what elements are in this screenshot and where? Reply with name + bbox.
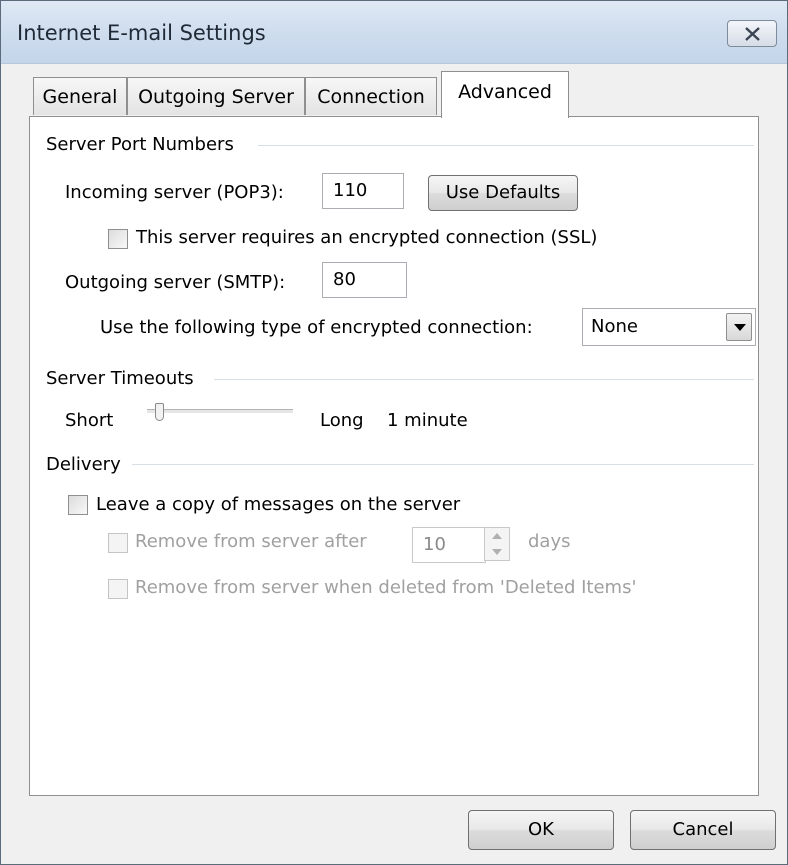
dropdown-button[interactable] xyxy=(726,313,752,341)
timeout-slider-track[interactable] xyxy=(147,409,293,414)
server-timeouts-heading: Server Timeouts xyxy=(46,368,194,389)
advanced-tab-panel: Server Port Numbers Incoming server (POP… xyxy=(29,116,759,796)
encryption-type-select[interactable]: None xyxy=(582,308,756,346)
encryption-type-label: Use the following type of encrypted conn… xyxy=(100,317,533,338)
timeout-short-label: Short xyxy=(65,410,114,431)
arrow-down-icon xyxy=(492,549,502,555)
tab-outgoing-server[interactable]: Outgoing Server xyxy=(127,77,305,115)
title-bar: Internet E-mail Settings xyxy=(1,1,787,64)
timeout-value: 1 minute xyxy=(387,410,468,431)
internet-email-settings-dialog: Internet E-mail Settings General Outgoin… xyxy=(0,0,788,865)
days-label: days xyxy=(528,531,571,552)
delivery-heading: Delivery xyxy=(46,454,121,475)
spin-down-button[interactable] xyxy=(485,544,509,560)
incoming-port-input[interactable]: 110 xyxy=(322,173,404,209)
ssl-label: This server requires an encrypted connec… xyxy=(136,227,598,248)
timeout-long-label: Long xyxy=(320,410,364,431)
encryption-type-value: None xyxy=(591,316,638,337)
remove-after-label: Remove from server after xyxy=(135,531,367,552)
tab-advanced[interactable]: Advanced xyxy=(441,71,569,118)
outgoing-port-input[interactable]: 80 xyxy=(322,262,407,298)
remove-after-days-input[interactable]: 10 xyxy=(412,527,486,563)
group-divider xyxy=(214,379,754,381)
leave-copy-checkbox[interactable] xyxy=(68,495,88,515)
arrow-up-icon xyxy=(492,533,502,539)
group-divider xyxy=(258,145,754,147)
ok-button[interactable]: OK xyxy=(468,810,614,850)
group-divider xyxy=(132,464,754,466)
leave-copy-label: Leave a copy of messages on the server xyxy=(96,494,461,515)
remove-after-checkbox[interactable] xyxy=(108,533,128,553)
tab-general[interactable]: General xyxy=(33,77,127,115)
server-port-numbers-heading: Server Port Numbers xyxy=(46,134,234,155)
window-title: Internet E-mail Settings xyxy=(17,21,266,45)
spin-up-button[interactable] xyxy=(485,528,509,544)
tab-connection[interactable]: Connection xyxy=(305,77,437,115)
chevron-down-icon xyxy=(734,324,746,331)
cancel-button[interactable]: Cancel xyxy=(630,810,776,850)
timeout-slider-thumb[interactable] xyxy=(155,403,164,421)
outgoing-server-label: Outgoing server (SMTP): xyxy=(65,272,286,293)
close-button[interactable] xyxy=(727,20,777,47)
use-defaults-button[interactable]: Use Defaults xyxy=(428,175,578,211)
remove-deleted-label: Remove from server when deleted from 'De… xyxy=(135,577,637,598)
incoming-server-label: Incoming server (POP3): xyxy=(65,182,284,203)
days-spinner[interactable] xyxy=(484,527,510,561)
ssl-checkbox[interactable] xyxy=(108,229,128,249)
remove-deleted-checkbox[interactable] xyxy=(108,579,128,599)
close-icon xyxy=(745,27,760,41)
